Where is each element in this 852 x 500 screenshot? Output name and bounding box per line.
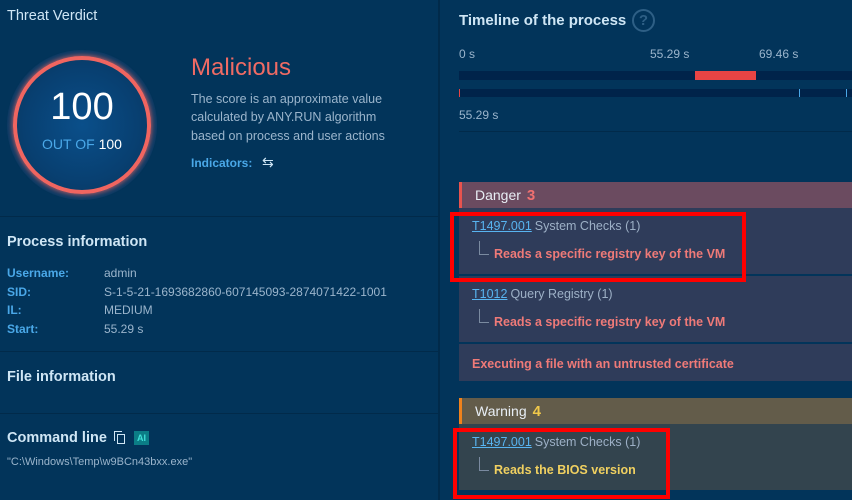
panel-divider [438,0,440,500]
file-info-title: File information [7,369,116,385]
behavior-text: Executing a file with an untrusted certi… [472,357,734,371]
warning-count: 4 [532,403,541,420]
verdict-desc-1: The score is an approximate value [191,92,383,106]
highlight-box [450,212,746,282]
technique-name: Query Registry (1) [510,287,613,301]
technique-link[interactable]: T1012 [472,287,507,301]
danger-item[interactable]: Executing a file with an untrusted certi… [459,344,852,381]
timeline-tick-start: 0 s [459,47,476,61]
event-marker [459,89,460,97]
highlight-box [453,428,670,499]
event-marker [799,89,800,97]
verdict-status: Malicious [191,54,292,81]
process-info-title: Process information [7,234,148,250]
timeline-tick-mid: 55.29 s [650,47,690,61]
verdict-desc-2: calculated by ANY.RUN algorithm [191,110,377,124]
username-label: Username: [7,266,70,280]
start-label: Start: [7,322,39,336]
username-value: admin [104,266,137,280]
command-line-title: Command line [7,430,107,446]
tree-connector [479,309,489,323]
command-line-value: "C:\Windows\Temp\w9BCn43bxx.exe" [7,456,193,468]
threat-verdict-title: Threat Verdict [7,8,98,24]
out-of-label: OUT OF [42,136,95,152]
il-label: IL: [7,303,22,317]
warning-label: Warning [475,403,527,419]
copy-icon[interactable] [114,431,126,445]
event-marker [846,89,847,97]
ai-badge[interactable]: AI [134,431,149,445]
timeline-current: 55.29 s [459,108,499,122]
event-track[interactable] [459,89,852,97]
process-span [695,71,756,80]
start-value: 55.29 s [104,322,144,336]
swap-arrows-icon[interactable]: ⇆ [262,154,274,171]
il-value: MEDIUM [104,303,153,317]
warning-header: Warning 4 [459,398,852,424]
timeline-title: Timeline of the process [459,12,627,29]
out-of-value: 100 [98,136,122,152]
indicators-label: Indicators: [191,156,253,170]
verdict-desc-3: based on process and user actions [191,129,385,143]
behavior-text: Reads a specific registry key of the VM [494,315,726,329]
timeline-bar[interactable] [459,71,852,80]
danger-label: Danger [475,187,521,203]
danger-count: 3 [526,187,536,204]
sid-value: S-1-5-21-1693682860-607145093-2874071422… [104,285,387,299]
score-gauge: 100 OUT OF 100 [7,50,157,200]
sid-label: SID: [7,285,31,299]
help-icon[interactable]: ? [632,9,655,32]
score-value: 100 [50,86,114,128]
danger-item[interactable]: T1012 Query Registry (1) Reads a specific… [459,276,852,342]
timeline-tick-end: 69.46 s [759,47,799,61]
danger-header: Danger 3 [459,182,852,208]
